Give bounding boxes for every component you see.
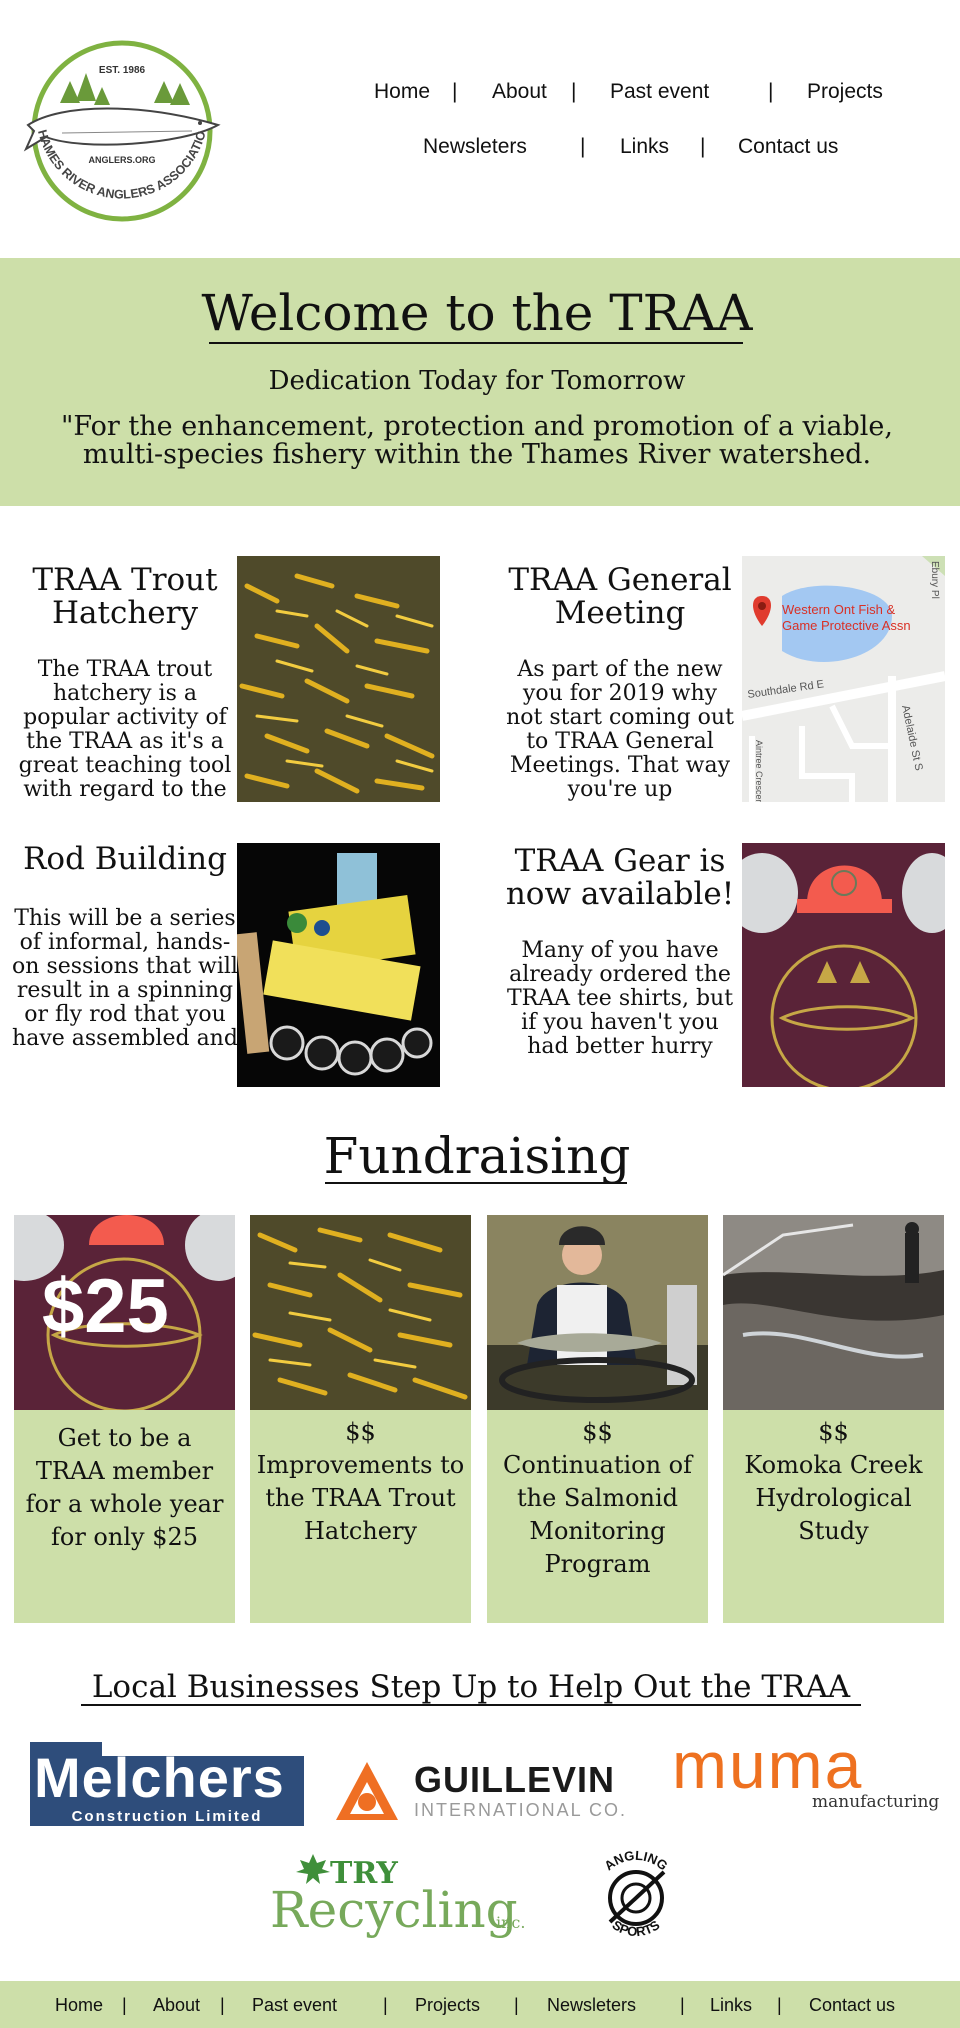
nav-contact[interactable]: Contact us [738, 135, 838, 159]
fundraising-underline [325, 1182, 627, 1184]
card-trout-hatchery[interactable]: TRAA Trout Hatchery The TRAA trout hatch… [10, 556, 440, 802]
card-text: Many of you have already ordered the TRA… [506, 939, 734, 1059]
nav-about[interactable]: About [492, 80, 547, 104]
nav-separator: | [768, 80, 774, 103]
footer-about[interactable]: About [153, 1995, 200, 2016]
footer-home[interactable]: Home [55, 1995, 103, 2016]
melchers-sub: Construction Limited [30, 1808, 304, 1826]
muma-sub: manufacturing [812, 1792, 940, 1812]
footer-separator: | [220, 1995, 225, 2015]
sponsors-underline [81, 1704, 861, 1706]
map-place-line: Western Ont Fish & [782, 602, 896, 617]
fund-card-body: $$ Continuation of the Salmonid Monitori… [487, 1410, 708, 1623]
nav-separator: | [452, 80, 458, 103]
nav-separator: | [571, 80, 577, 103]
meeting-location-map: Western Ont Fish & Game Protective Assn … [742, 556, 945, 802]
card-title: TRAA Trout Hatchery [32, 562, 218, 631]
fund-text: Get to be a TRAA member for a whole year… [25, 1424, 224, 1551]
maple-leaf-icon [296, 1854, 330, 1884]
fund-amount: $$ [818, 1418, 849, 1446]
price-overlay: $25 [42, 1264, 169, 1349]
rod-building-photo [237, 843, 440, 1087]
hatchery-photo [250, 1215, 471, 1410]
try-suffix: inc. [496, 1913, 526, 1932]
angling-top: ANGLING [601, 1848, 670, 1874]
footer-projects[interactable]: Projects [415, 1995, 480, 2016]
nav-newsletters[interactable]: Newsleters [423, 135, 527, 159]
map-street-label: Ebury Pl [929, 561, 940, 599]
footer-separator: | [680, 1995, 685, 2015]
footer-separator: | [122, 1995, 127, 2015]
top-nav: Home | About | Past event | Projects New… [330, 76, 940, 166]
fund-text: Improvements to the TRAA Trout Hatchery [256, 1451, 465, 1545]
footer-newsletters[interactable]: Newsleters [547, 1995, 636, 2016]
map-street-label: Aintree Crescent [754, 740, 764, 802]
footer-nav: Home | About | Past event | Projects | N… [0, 1981, 960, 2028]
fund-item-komoka[interactable]: $$ Komoka Creek Hydrological Study [723, 1215, 944, 1623]
site-logo[interactable]: EST. 1986 ANGLERS.ORG THAMES RIVER ANGLE… [17, 22, 222, 233]
guillevin-mark [336, 1762, 398, 1820]
salmonid-photo [487, 1215, 708, 1410]
sponsors-heading: Local Businesses Step Up to Help Out the… [91, 1669, 851, 1705]
nav-separator: | [700, 135, 706, 158]
logo-site: ANGLERS.ORG [88, 155, 155, 165]
fund-card-body: $$ Komoka Creek Hydrological Study [723, 1410, 944, 1623]
sponsor-muma-logo[interactable]: muma manufacturing [672, 1732, 946, 1818]
footer-contact[interactable]: Contact us [809, 1995, 895, 2016]
card-text: The TRAA trout hatchery is a popular act… [18, 658, 232, 802]
guillevin-sub: INTERNATIONAL CO. [414, 1800, 628, 1820]
fund-amount: $$ [582, 1418, 613, 1446]
mission-line-1: "For the enhancement, protection and pro… [60, 411, 893, 442]
nav-home[interactable]: Home [374, 80, 430, 104]
try-name: Recycling [270, 1881, 518, 1939]
nav-projects[interactable]: Projects [807, 80, 883, 104]
nav-separator: | [580, 135, 586, 158]
card-rod-building[interactable]: Rod Building This will be a series of in… [10, 843, 440, 1087]
fund-item-salmonid[interactable]: $$ Continuation of the Salmonid Monitori… [487, 1215, 708, 1623]
nav-past-event[interactable]: Past event [610, 80, 709, 104]
map-place-label: Western Ont Fish & Game Protective Assn [782, 602, 911, 633]
sponsor-melchers-logo[interactable]: Melchers Construction Limited [30, 1742, 304, 1826]
fundraising-heading: Fundraising [323, 1127, 631, 1185]
card-title: TRAA General Meeting [508, 562, 732, 631]
card-title: TRAA Gear is now available! [505, 843, 735, 912]
map-place-line: Game Protective Assn [782, 618, 911, 633]
card-traa-gear[interactable]: TRAA Gear is now available! Many of you … [505, 843, 945, 1087]
footer-links[interactable]: Links [710, 1995, 752, 2016]
fund-item-hatchery[interactable]: $$ Improvements to the TRAA Trout Hatche… [250, 1215, 471, 1623]
tagline: Dedication Today for Tomorrow [268, 366, 686, 396]
angling-bottom: SPORTS [610, 1917, 663, 1939]
welcome-banner: Welcome to the TRAA Dedication Today for… [0, 258, 960, 506]
title-underline [209, 342, 743, 344]
komoka-creek-photo [723, 1215, 944, 1410]
card-general-meeting[interactable]: TRAA General Meeting As part of the new … [505, 556, 945, 802]
card-text: As part of the new you for 2019 why not … [506, 658, 734, 802]
nav-links[interactable]: Links [620, 135, 669, 159]
traa-gear-photo [742, 843, 945, 1087]
fund-text: Continuation of the Salmonid Monitoring … [503, 1451, 692, 1578]
sponsor-guillevin-logo[interactable]: GUILLEVIN INTERNATIONAL CO. [334, 1760, 642, 1822]
footer-separator: | [514, 1995, 519, 2015]
sponsor-try-recycling-logo[interactable]: TRY Recycling inc. [270, 1852, 526, 1948]
mission-line-2: multi-species fishery within the Thames … [82, 439, 872, 470]
card-title: Rod Building [23, 841, 227, 877]
logo-est: EST. 1986 [99, 65, 146, 76]
fund-card-body: $$ Improvements to the TRAA Trout Hatche… [250, 1410, 471, 1623]
sponsor-angling-sports-logo[interactable]: ANGLING SPORTS [584, 1846, 688, 1946]
guillevin-name: GUILLEVIN [414, 1759, 616, 1800]
fund-text: Komoka Creek Hydrological Study [744, 1451, 923, 1545]
page-title: Welcome to the TRAA [201, 284, 753, 342]
fund-amount: $$ [345, 1418, 376, 1446]
footer-separator: | [777, 1995, 782, 2015]
card-text: This will be a series of informal, hands… [12, 907, 238, 1051]
trout-hatchery-photo [237, 556, 440, 802]
footer-past-event[interactable]: Past event [252, 1995, 337, 2016]
fund-item-membership[interactable]: $25 Get to be a TRAA member for a whole … [14, 1215, 235, 1623]
footer-separator: | [383, 1995, 388, 2015]
muma-name: muma [672, 1728, 864, 1802]
melchers-name: Melchers [34, 1746, 285, 1809]
fund-card-body: Get to be a TRAA member for a whole year… [14, 1410, 235, 1623]
